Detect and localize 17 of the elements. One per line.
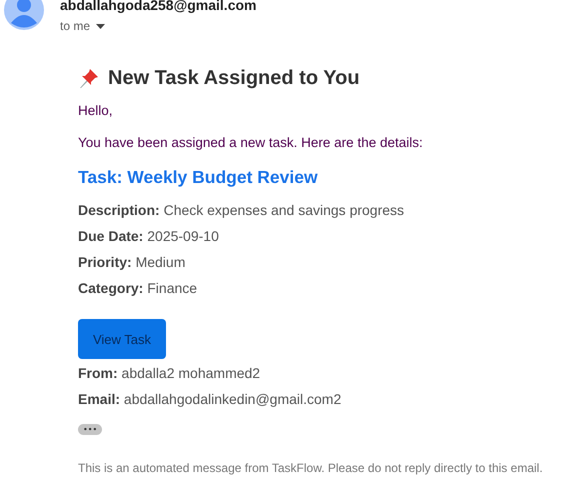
caret-icon[interactable] [96,24,106,28]
recipient-label: to me [60,19,90,33]
avatar-icon [4,0,44,30]
message-heading: New Task Assigned to You [108,66,360,90]
detail-line: Category: Finance [78,280,198,297]
greeting-text: Hello, [78,103,114,118]
pushpin-icon [78,67,100,89]
footer-text: This is an automated message from TaskFlow. Please do not reply directly to this email. [78,461,544,475]
detail-line: Due Date: 2025-09-10 [78,228,220,245]
contact-line: From: abdalla2 mohammed2 [78,365,262,382]
task-title: Task: Weekly Budget Review [78,167,319,188]
contact-line: Email: abdallahgodalinkedin@gmail.com2 [78,391,342,408]
detail-line: Priority: Medium [78,254,186,271]
sender-email: abdallahgoda258@gmail.com [60,0,256,13]
detail-line: Description: Check expenses and savings progress [78,202,406,219]
show-trimmed-button[interactable]: ••• [78,424,102,435]
intro-text: You have been assigned a new task. Here are the details: [78,135,424,150]
